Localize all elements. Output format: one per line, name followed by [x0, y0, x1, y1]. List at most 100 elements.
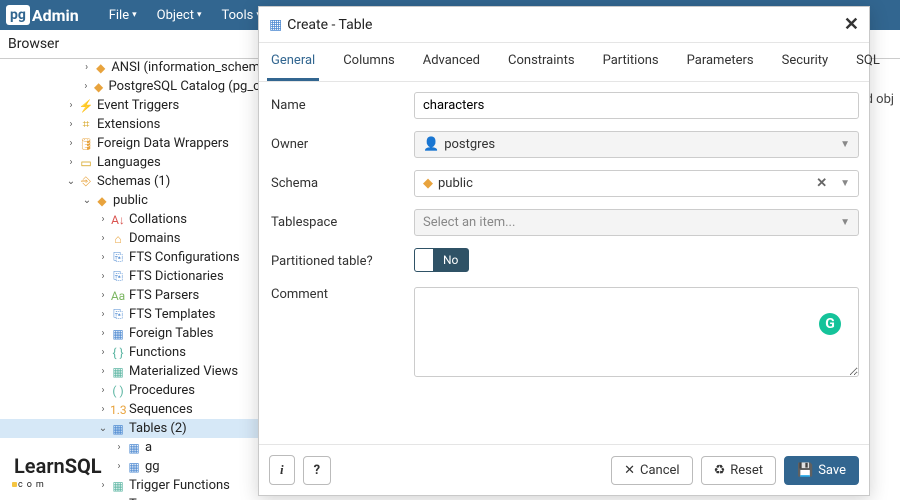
- info-button[interactable]: i: [269, 455, 295, 485]
- tree-node[interactable]: ⌄◆public: [0, 191, 260, 210]
- menu-file[interactable]: File▾: [99, 8, 147, 23]
- tablespace-select[interactable]: Select an item... ▼: [414, 209, 859, 236]
- tree-node[interactable]: ›⌂Domains: [0, 229, 260, 248]
- app-logo-badge: pg: [6, 5, 30, 25]
- tree-node-icon: ◆: [93, 61, 108, 75]
- tree-toggle-icon[interactable]: ›: [96, 404, 110, 415]
- tree-node[interactable]: ›◆PostgreSQL Catalog (pg_c: [0, 77, 260, 96]
- tree-toggle-icon[interactable]: ›: [96, 328, 110, 339]
- tree-node-label: Collations: [129, 212, 187, 227]
- tree-node-label: ANSI (information_schem: [111, 60, 260, 75]
- tree-node-label: Extensions: [97, 117, 160, 132]
- tree-node[interactable]: ›⎘FTS Dictionaries: [0, 267, 260, 286]
- tree-toggle-icon[interactable]: ›: [112, 442, 126, 453]
- save-icon: 💾: [797, 463, 813, 478]
- help-button[interactable]: ?: [303, 456, 331, 485]
- tree-toggle-icon[interactable]: ›: [96, 309, 110, 320]
- tree-node[interactable]: ›A↓Collations: [0, 210, 260, 229]
- clear-schema-button[interactable]: ✕: [816, 176, 827, 191]
- tree-node[interactable]: ›1.3Sequences: [0, 400, 260, 419]
- tree-toggle-icon[interactable]: ⌄: [80, 195, 94, 206]
- tree-toggle-icon[interactable]: ⌄: [64, 176, 78, 187]
- tree-node[interactable]: ›🛢Foreign Data Wrappers: [0, 134, 260, 153]
- watermark-dot: [12, 482, 17, 487]
- tree-node[interactable]: ›⎘FTS Configurations: [0, 248, 260, 267]
- tree-toggle-icon[interactable]: ›: [64, 138, 78, 149]
- schema-icon: ◆: [423, 176, 433, 191]
- tree-toggle-icon[interactable]: ›: [80, 62, 93, 73]
- label-comment: Comment: [269, 287, 414, 302]
- tree-toggle-icon[interactable]: ›: [96, 252, 110, 263]
- tab-advanced[interactable]: Advanced: [419, 43, 484, 81]
- tab-sql[interactable]: SQL: [852, 43, 884, 81]
- tree-toggle-icon[interactable]: ›: [80, 81, 92, 92]
- tree-node-label: Trigger Functions: [129, 478, 230, 493]
- cancel-button[interactable]: ✕Cancel: [611, 456, 692, 485]
- tree-node[interactable]: ›◆ANSI (information_schem: [0, 58, 260, 77]
- tree-toggle-icon[interactable]: ›: [96, 271, 110, 282]
- owner-select[interactable]: 👤 postgres ▼: [414, 131, 859, 158]
- tree-toggle-icon[interactable]: ›: [96, 366, 110, 377]
- tree-toggle-icon[interactable]: ›: [96, 290, 110, 301]
- tree-node[interactable]: ›▦Materialized Views: [0, 362, 260, 381]
- user-icon: 👤: [423, 137, 439, 152]
- grammarly-badge[interactable]: G: [819, 313, 841, 335]
- tree-node-icon: ▦: [110, 327, 126, 341]
- object-browser-tree[interactable]: ›◆ANSI (information_schem›◆PostgreSQL Ca…: [0, 55, 260, 500]
- tab-columns[interactable]: Columns: [339, 43, 399, 81]
- tab-constraints[interactable]: Constraints: [504, 43, 579, 81]
- tree-toggle-icon[interactable]: ›: [64, 157, 78, 168]
- tree-toggle-icon[interactable]: ›: [112, 461, 126, 472]
- tab-partitions[interactable]: Partitions: [599, 43, 663, 81]
- tree-node-icon: ⎆: [78, 174, 94, 189]
- dialog-footer: i ? ✕Cancel ♻Reset 💾Save: [259, 444, 869, 495]
- tree-toggle-icon[interactable]: ›: [96, 347, 110, 358]
- partitioned-toggle[interactable]: No: [414, 248, 469, 272]
- name-input[interactable]: [414, 92, 859, 119]
- menu-object[interactable]: Object▾: [147, 8, 212, 23]
- tree-node-label: Foreign Data Wrappers: [97, 136, 229, 151]
- tree-node-label: Domains: [129, 231, 180, 246]
- comment-textarea[interactable]: [414, 287, 859, 377]
- tree-node[interactable]: ›▦Foreign Tables: [0, 324, 260, 343]
- tree-node-label: Languages: [97, 155, 161, 170]
- tree-node-icon: ⎘: [110, 307, 126, 322]
- tree-node-icon: ⌗: [78, 117, 94, 132]
- schema-select[interactable]: ◆ public ✕ ▼: [414, 170, 859, 197]
- tree-toggle-icon[interactable]: ›: [96, 480, 110, 491]
- tree-node[interactable]: ›▦Types: [0, 495, 260, 500]
- tree-toggle-icon[interactable]: ⌄: [96, 423, 110, 434]
- dialog-close-button[interactable]: ✕: [844, 14, 859, 35]
- save-button[interactable]: 💾Save: [784, 456, 859, 485]
- tree-node-label: FTS Templates: [129, 307, 215, 322]
- tree-node-icon: ( ): [110, 384, 126, 398]
- owner-value: postgres: [444, 137, 495, 152]
- tree-node[interactable]: ›⌗Extensions: [0, 115, 260, 134]
- tab-general[interactable]: General: [267, 43, 319, 81]
- tab-security[interactable]: Security: [778, 43, 833, 81]
- tree-toggle-icon[interactable]: ›: [96, 385, 110, 396]
- tree-node[interactable]: ⌄▦Tables (2): [0, 419, 260, 438]
- tablespace-placeholder: Select an item...: [423, 215, 515, 230]
- tab-parameters[interactable]: Parameters: [683, 43, 758, 81]
- schema-value: public: [438, 176, 473, 191]
- tree-node[interactable]: ›⎘FTS Templates: [0, 305, 260, 324]
- tree-toggle-icon[interactable]: ›: [64, 119, 78, 130]
- tree-node-label: public: [113, 193, 148, 208]
- tree-toggle-icon[interactable]: ›: [96, 214, 110, 225]
- tree-node-label: FTS Configurations: [129, 250, 240, 265]
- tree-node[interactable]: ›{ }Functions: [0, 343, 260, 362]
- reset-button[interactable]: ♻Reset: [701, 456, 776, 485]
- tree-node[interactable]: ›▭Languages: [0, 153, 260, 172]
- tree-toggle-icon[interactable]: ›: [96, 233, 110, 244]
- tree-node-icon: ⎘: [110, 250, 126, 265]
- tree-node[interactable]: ⌄⎆Schemas (1): [0, 172, 260, 191]
- tree-node-icon: ⎘: [110, 269, 126, 284]
- create-table-dialog: ▦ Create - Table ✕ GeneralColumnsAdvance…: [258, 6, 870, 496]
- tree-node[interactable]: ›( )Procedures: [0, 381, 260, 400]
- tree-toggle-icon[interactable]: ›: [64, 100, 78, 111]
- tree-node[interactable]: ›⚡Event Triggers: [0, 96, 260, 115]
- dialog-tabs: General Columns Advanced Constraints Partiti…: [259, 43, 869, 82]
- tree-node[interactable]: ›AaFTS Parsers: [0, 286, 260, 305]
- tree-node-label: FTS Parsers: [129, 288, 199, 303]
